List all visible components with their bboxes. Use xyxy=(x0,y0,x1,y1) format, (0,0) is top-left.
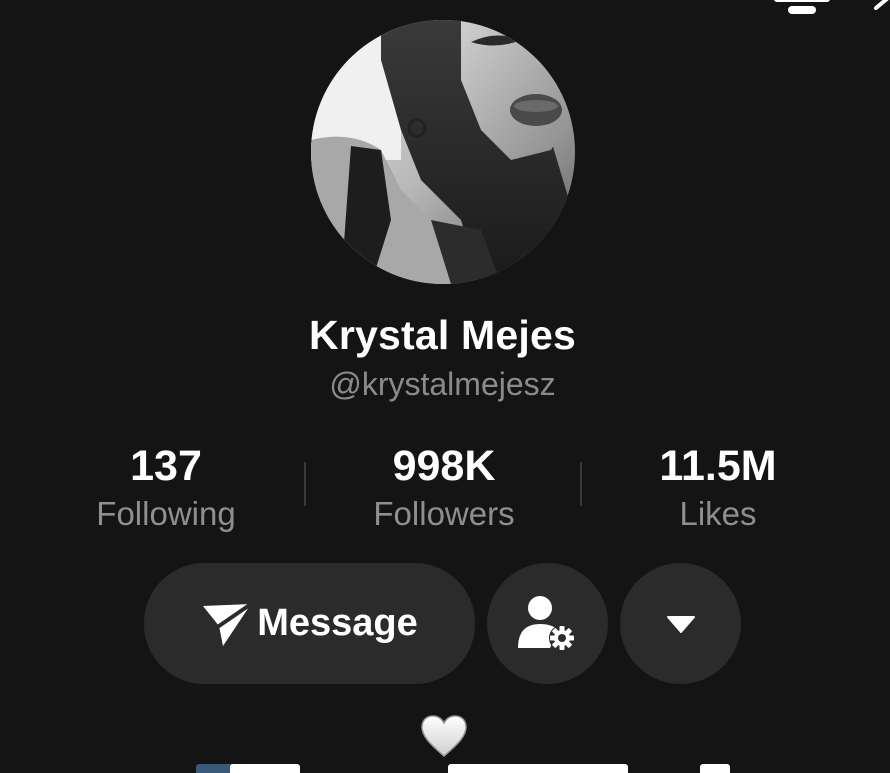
username[interactable]: @krystalmejesz xyxy=(0,366,885,403)
cutoff-text xyxy=(700,764,730,773)
send-icon xyxy=(203,601,254,646)
caret-down-icon xyxy=(666,615,695,633)
stat-followers[interactable]: 998K Followers xyxy=(324,442,564,536)
avatar[interactable] xyxy=(311,20,575,284)
stat-divider xyxy=(580,462,582,506)
likes-label: Likes xyxy=(679,495,757,532)
likes-count: 11.5M xyxy=(659,442,777,490)
following-count: 137 xyxy=(130,442,202,490)
stat-following[interactable]: 137 Following xyxy=(46,442,286,536)
share-arrow-icon[interactable] xyxy=(874,0,890,10)
cutoff-text xyxy=(230,764,300,773)
person-settings-icon xyxy=(517,595,575,651)
message-button-label: Message xyxy=(257,602,418,644)
followers-count: 998K xyxy=(392,442,496,490)
more-options-button[interactable] xyxy=(620,563,741,684)
followers-label: Followers xyxy=(373,495,515,532)
message-button[interactable]: Message xyxy=(144,563,475,684)
avatar-photo xyxy=(311,20,575,284)
stat-divider xyxy=(304,462,306,506)
hamburger-menu-icon[interactable] xyxy=(774,0,830,16)
display-name: Krystal Mejes xyxy=(309,312,576,358)
stat-likes[interactable]: 11.5M Likes xyxy=(598,442,838,536)
heart-icon xyxy=(421,715,467,757)
add-friend-button[interactable] xyxy=(487,563,608,684)
bottom-cutoff-row xyxy=(0,764,890,773)
top-bar xyxy=(750,0,890,20)
cutoff-text xyxy=(448,764,628,773)
following-label: Following xyxy=(96,495,236,532)
